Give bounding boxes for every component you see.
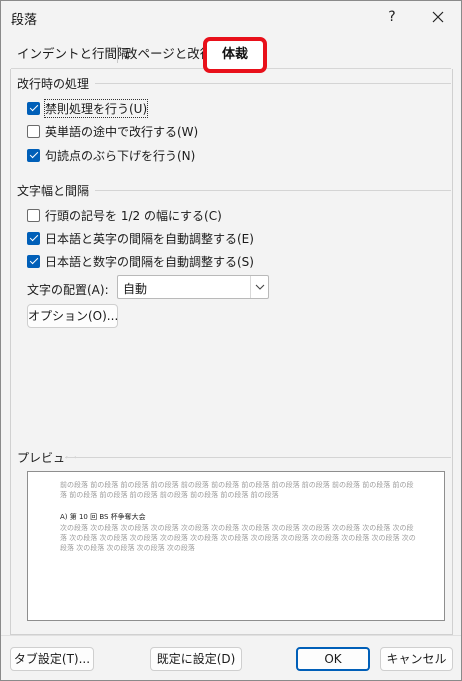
jp-en-spacing-label: 日本語と英字の間隔を自動調整する(E) <box>45 231 254 246</box>
text-alignment-select[interactable]: 自動 <box>117 275 269 299</box>
jp-en-spacing-checkbox[interactable] <box>27 231 40 245</box>
word-wrap-checkbox-row[interactable]: 英単語の途中で改行する(W) <box>27 122 198 140</box>
preview-group-line <box>65 457 451 458</box>
hanging-punctuation-label: 句読点のぶら下げを行う(N) <box>45 148 196 163</box>
tab-indent-spacing[interactable]: インデントと行間隔 <box>17 43 130 67</box>
word-wrap-label: 英単語の途中で改行する(W) <box>45 124 199 139</box>
char-spacing-group-line <box>95 190 451 191</box>
hanging-punctuation-checkbox[interactable] <box>27 148 40 162</box>
jp-en-spacing-checkbox-row[interactable]: 日本語と英字の間隔を自動調整する(E) <box>27 229 254 247</box>
kinsoku-checkbox[interactable] <box>27 101 40 115</box>
jp-num-spacing-checkbox[interactable] <box>27 254 40 268</box>
half-width-symbol-label: 行頭の記号を 1/2 の幅にする(C) <box>45 208 222 223</box>
help-button[interactable]: ? <box>377 3 407 31</box>
text-alignment-value: 自動 <box>123 282 148 296</box>
tab-settings-button[interactable]: タブ設定(T)... <box>10 647 94 671</box>
kinsoku-label: 禁則処理を行う(U) <box>43 98 149 118</box>
tab-page-break[interactable]: 改ページと改行 <box>125 43 212 67</box>
line-break-group-line <box>95 83 451 84</box>
set-default-button[interactable]: 既定に設定(D) <box>150 647 242 671</box>
jp-num-spacing-label: 日本語と数字の間隔を自動調整する(S) <box>45 254 254 269</box>
dialog-title: 段落 <box>11 13 38 28</box>
paragraph-dialog: 段落 ? インデントと行間隔 改ページと改行 体裁 改行時の処理 禁則処理を行う… <box>0 0 462 681</box>
title-bar: 段落 ? <box>1 1 461 33</box>
dropdown-arrow[interactable] <box>250 276 268 298</box>
preview-next-paragraph: 次の段落 次の段落 次の段落 次の段落 次の段落 次の段落 次の段落 次の段落 … <box>60 524 416 552</box>
ok-button[interactable]: OK <box>296 647 370 671</box>
preview-box: 前の段落 前の段落 前の段落 前の段落 前の段落 前の段落 前の段落 前の段落 … <box>27 471 445 621</box>
preview-current-paragraph: A) 第 10 回 BS 杯争奪大会 <box>60 513 146 521</box>
preview-previous-paragraph: 前の段落 前の段落 前の段落 前の段落 前の段落 前の段落 前の段落 前の段落 … <box>60 481 414 499</box>
char-spacing-group-label: 文字幅と間隔 <box>17 184 90 198</box>
jp-num-spacing-checkbox-row[interactable]: 日本語と数字の間隔を自動調整する(S) <box>27 252 254 270</box>
cancel-button[interactable]: キャンセル <box>380 647 453 671</box>
tab-divider <box>117 45 118 63</box>
close-button[interactable] <box>423 3 453 31</box>
footer-divider <box>1 635 461 636</box>
half-width-symbol-checkbox[interactable] <box>27 208 40 222</box>
text-alignment-label: 文字の配置(A): <box>27 283 109 297</box>
hanging-punctuation-checkbox-row[interactable]: 句読点のぶら下げを行う(N) <box>27 146 195 164</box>
tab-layout[interactable]: 体裁 <box>203 37 267 73</box>
line-break-group-label: 改行時の処理 <box>17 77 90 91</box>
word-wrap-checkbox[interactable] <box>27 124 40 138</box>
options-button[interactable]: オプション(O)... <box>27 304 118 328</box>
close-icon <box>432 11 444 23</box>
half-width-symbol-checkbox-row[interactable]: 行頭の記号を 1/2 の幅にする(C) <box>27 206 222 224</box>
chevron-down-icon <box>255 284 265 290</box>
kinsoku-checkbox-row[interactable]: 禁則処理を行う(U) <box>27 98 149 118</box>
